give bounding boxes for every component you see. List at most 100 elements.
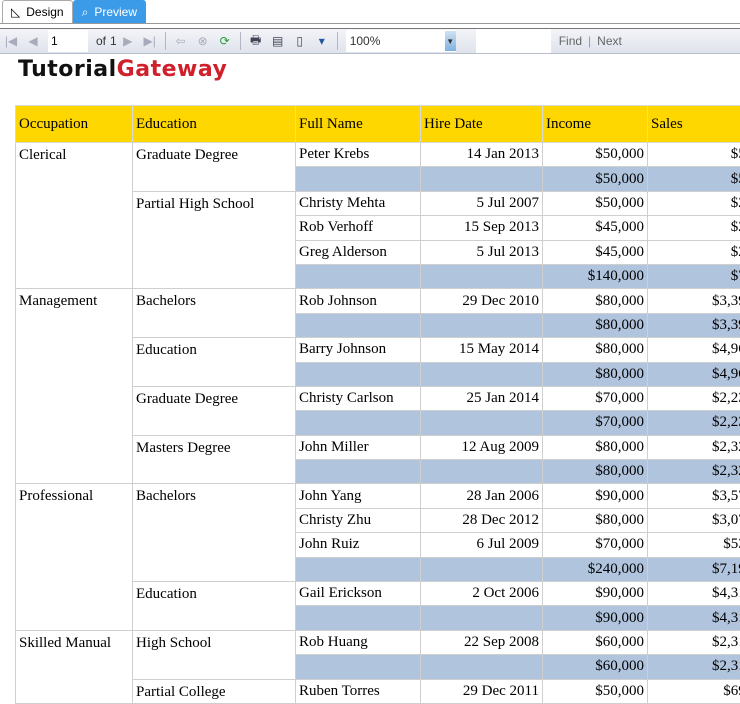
subtotal-blank bbox=[421, 655, 543, 679]
subtotal-blank bbox=[421, 264, 543, 288]
full-name-cell: John Yang bbox=[296, 484, 421, 508]
subtotal-sales: $2,234.99 bbox=[648, 411, 740, 435]
occupation-cell: Management bbox=[16, 289, 133, 484]
subtotal-blank bbox=[421, 167, 543, 191]
subtotal-income: $50,000 bbox=[543, 167, 648, 191]
occupation-cell: Clerical bbox=[16, 143, 133, 289]
subtotal-blank bbox=[296, 264, 421, 288]
sales-cell: $699.10 bbox=[648, 679, 740, 703]
income-cell: $80,000 bbox=[543, 508, 648, 532]
of-label: of bbox=[96, 34, 106, 48]
logo-part2: Gateway bbox=[117, 57, 228, 82]
education-cell: High School bbox=[133, 630, 296, 679]
sales-cell: $24.99 bbox=[648, 216, 740, 240]
hire-date-cell: 5 Jul 2007 bbox=[421, 191, 543, 215]
next-page-icon[interactable]: ▶ bbox=[119, 32, 137, 50]
subtotal-income: $140,000 bbox=[543, 264, 648, 288]
occupation-cell: Skilled Manual bbox=[16, 630, 133, 703]
table-row: Skilled ManualHigh SchoolRob Huang22 Sep… bbox=[16, 630, 740, 654]
hire-date-cell: 25 Jan 2014 bbox=[421, 386, 543, 410]
subtotal-income: $80,000 bbox=[543, 362, 648, 386]
income-cell: $70,000 bbox=[543, 533, 648, 557]
full-name-cell: Christy Mehta bbox=[296, 191, 421, 215]
table-row: ManagementBachelorsRob Johnson29 Dec 201… bbox=[16, 289, 740, 313]
print-layout-icon[interactable]: ▤ bbox=[269, 32, 287, 50]
sales-cell: $4,968.59 bbox=[648, 338, 740, 362]
subtotal-income: $240,000 bbox=[543, 557, 648, 581]
export-icon[interactable]: ▾ bbox=[313, 32, 331, 50]
subtotal-income: $90,000 bbox=[543, 606, 648, 630]
education-cell: Bachelors bbox=[133, 484, 296, 582]
hire-date-cell: 29 Dec 2010 bbox=[421, 289, 543, 313]
tab-design[interactable]: ◺Design bbox=[2, 0, 73, 23]
hire-date-cell: 2 Oct 2006 bbox=[421, 582, 543, 606]
zoom-select[interactable]: 100% ▼ bbox=[346, 30, 456, 52]
income-cell: $50,000 bbox=[543, 679, 648, 703]
subtotal-sales: $4,968.59 bbox=[648, 362, 740, 386]
subtotal-sales: $4,319.99 bbox=[648, 606, 740, 630]
column-header: Occupation bbox=[16, 106, 133, 143]
next-button[interactable]: Next bbox=[597, 34, 622, 48]
full-name-cell: Greg Alderson bbox=[296, 240, 421, 264]
sales-cell: $2,320.49 bbox=[648, 435, 740, 459]
header-row: OccupationEducationFull NameHire DateInc… bbox=[16, 106, 740, 143]
hire-date-cell: 6 Jul 2009 bbox=[421, 533, 543, 557]
first-page-icon[interactable]: |◀ bbox=[2, 32, 20, 50]
column-header: Sales bbox=[648, 106, 740, 143]
table-row: ClericalGraduate DegreePeter Krebs14 Jan… bbox=[16, 143, 740, 167]
income-cell: $50,000 bbox=[543, 191, 648, 215]
report-table: OccupationEducationFull NameHire DateInc… bbox=[15, 105, 740, 704]
sales-cell: $539.99 bbox=[648, 533, 740, 557]
zoom-value: 100% bbox=[350, 34, 381, 48]
sales-cell: $2,319.99 bbox=[648, 630, 740, 654]
subtotal-income: $60,000 bbox=[543, 655, 648, 679]
find-input[interactable] bbox=[476, 29, 551, 53]
subtotal-income: $80,000 bbox=[543, 460, 648, 484]
income-cell: $45,000 bbox=[543, 240, 648, 264]
full-name-cell: Rob Johnson bbox=[296, 289, 421, 313]
column-header: Income bbox=[543, 106, 648, 143]
tab-preview[interactable]: ⌕Preview bbox=[73, 0, 146, 23]
subtotal-blank bbox=[296, 362, 421, 386]
education-cell: Education bbox=[133, 338, 296, 387]
hire-date-cell: 12 Aug 2009 bbox=[421, 435, 543, 459]
education-cell: Partial College bbox=[133, 679, 296, 703]
divider: | bbox=[588, 34, 591, 48]
full-name-cell: Christy Zhu bbox=[296, 508, 421, 532]
previous-page-icon[interactable]: ◀ bbox=[24, 32, 42, 50]
subtotal-blank bbox=[421, 460, 543, 484]
education-cell: Graduate Degree bbox=[133, 386, 296, 435]
divider bbox=[165, 32, 166, 50]
page-setup-icon[interactable]: ▯ bbox=[291, 32, 309, 50]
column-header: Hire Date bbox=[421, 106, 543, 143]
subtotal-income: $70,000 bbox=[543, 411, 648, 435]
report-toolbar: |◀ ◀ of 1 ▶ ▶| ⇦ ⊗ ⟳ 🖶 ▤ ▯ ▾ 100%▼ Find … bbox=[0, 28, 740, 54]
hire-date-cell: 28 Dec 2012 bbox=[421, 508, 543, 532]
sales-cell: $3,078.27 bbox=[648, 508, 740, 532]
divider bbox=[337, 32, 338, 50]
subtotal-blank bbox=[296, 460, 421, 484]
back-icon[interactable]: ⇦ bbox=[172, 32, 190, 50]
full-name-cell: Christy Carlson bbox=[296, 386, 421, 410]
find-button[interactable]: Find bbox=[559, 34, 582, 48]
print-icon[interactable]: 🖶 bbox=[247, 32, 265, 50]
stop-icon[interactable]: ⊗ bbox=[194, 32, 212, 50]
chevron-down-icon[interactable]: ▼ bbox=[445, 31, 456, 51]
preview-icon: ⌕ bbox=[82, 5, 89, 20]
subtotal-sales: $2,319.99 bbox=[648, 655, 740, 679]
refresh-icon[interactable]: ⟳ bbox=[216, 32, 234, 50]
page-number-input[interactable] bbox=[48, 30, 88, 52]
income-cell: $80,000 bbox=[543, 435, 648, 459]
income-cell: $80,000 bbox=[543, 289, 648, 313]
sales-cell: $23.50 bbox=[648, 240, 740, 264]
education-cell: Graduate Degree bbox=[133, 143, 296, 192]
last-page-icon[interactable]: ▶| bbox=[141, 32, 159, 50]
income-cell: $50,000 bbox=[543, 143, 648, 167]
education-cell: Education bbox=[133, 582, 296, 631]
total-pages: 1 bbox=[110, 34, 117, 48]
income-cell: $60,000 bbox=[543, 630, 648, 654]
logo: TutorialGateway bbox=[18, 57, 227, 82]
full-name-cell: Rob Verhoff bbox=[296, 216, 421, 240]
subtotal-sales: $3,399.99 bbox=[648, 313, 740, 337]
hire-date-cell: 14 Jan 2013 bbox=[421, 143, 543, 167]
